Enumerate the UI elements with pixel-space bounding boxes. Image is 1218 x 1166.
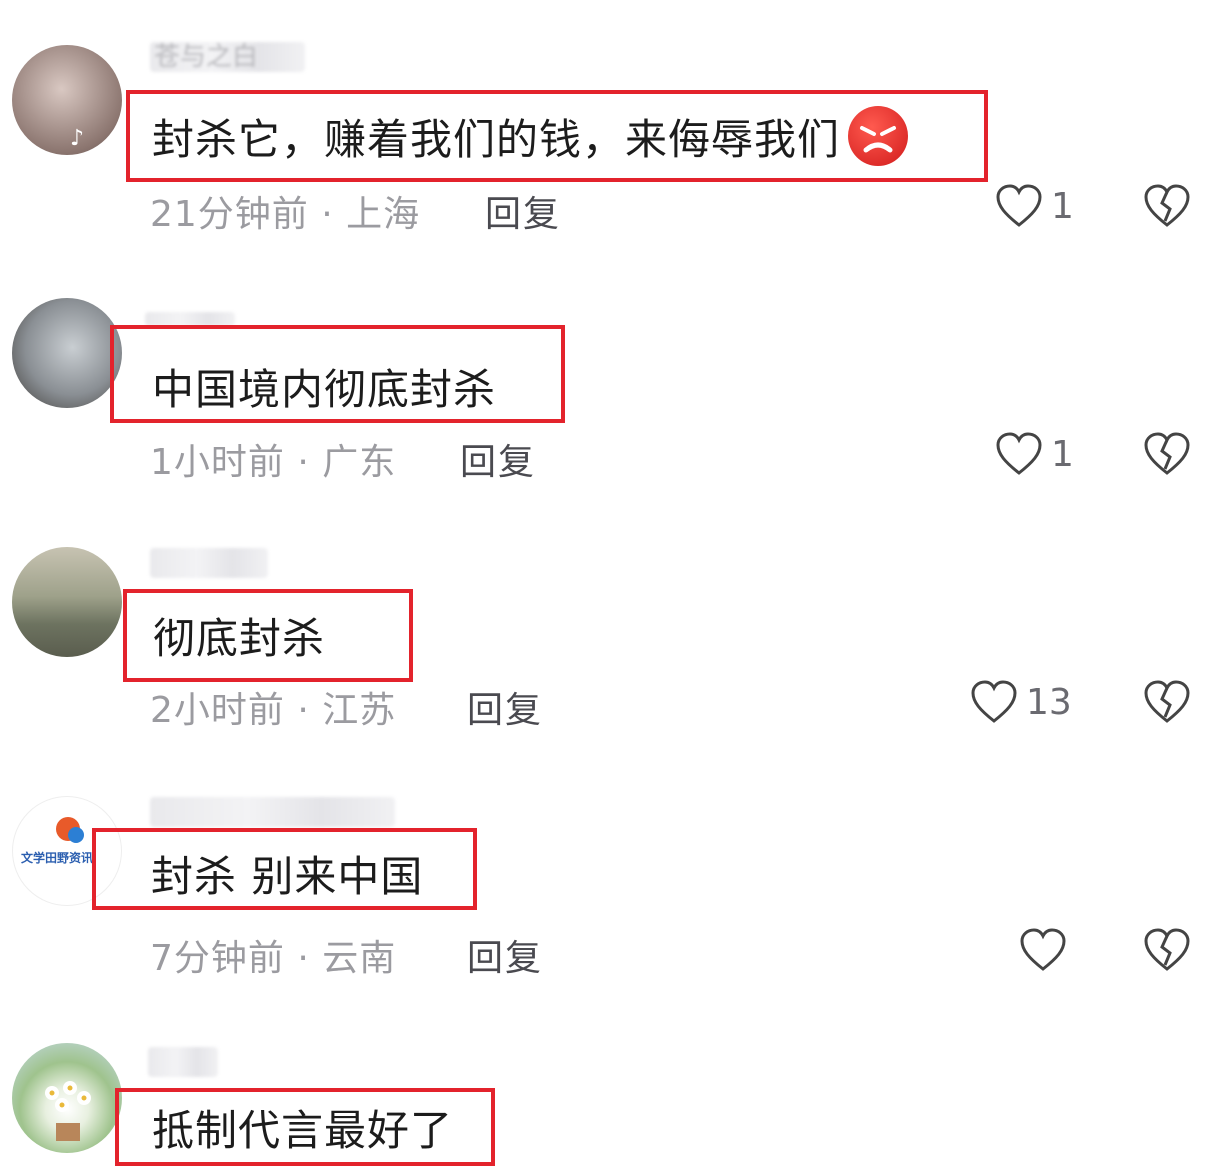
username[interactable]: [145, 312, 235, 326]
like-count: 1: [1051, 185, 1074, 227]
dislike-button[interactable]: [1143, 183, 1191, 233]
avatar[interactable]: ♪: [12, 45, 122, 155]
comment-meta: 7分钟前 · 云南: [150, 938, 397, 979]
dislike-button[interactable]: [1143, 679, 1191, 729]
highlight-box: 中国境内彻底封杀: [110, 325, 565, 423]
comment-text: 中国境内彻底封杀: [152, 364, 497, 414]
username[interactable]: [148, 1047, 218, 1077]
heart-icon: [996, 184, 1042, 227]
highlight-box: 封杀它，赚着我们的钱，来侮辱我们: [126, 90, 988, 182]
comment-text: 彻底封杀: [153, 614, 326, 663]
svg-text:♪: ♪: [70, 126, 84, 151]
tiktok-logo-icon: ♪: [70, 126, 84, 151]
reply-button[interactable]: 回复: [467, 929, 543, 981]
dislike-button[interactable]: [1143, 927, 1191, 977]
like-button[interactable]: 13: [970, 679, 1072, 725]
like-count: 13: [1026, 681, 1072, 723]
avatar-logo-text: 文学田野资讯: [21, 851, 94, 865]
like-button[interactable]: 1: [995, 183, 1074, 229]
avatar[interactable]: [12, 1043, 122, 1153]
comment-text: 封杀它，赚着我们的钱，来侮辱我们: [152, 114, 841, 164]
username[interactable]: [150, 797, 395, 827]
highlight-box: 封杀 别来中国: [92, 828, 477, 910]
reply-button[interactable]: 回复: [467, 681, 543, 733]
reply-button[interactable]: 回复: [485, 185, 561, 237]
dislike-button[interactable]: [1143, 431, 1191, 481]
like-button[interactable]: 1: [995, 431, 1074, 477]
reply-button[interactable]: 回复: [460, 433, 536, 485]
broken-heart-icon: [1144, 928, 1190, 971]
username[interactable]: 苍与之白: [150, 42, 305, 72]
flower-image: [45, 1081, 91, 1141]
heart-icon: [971, 680, 1017, 723]
highlight-box: 彻底封杀: [123, 589, 413, 682]
like-count: 1: [1051, 433, 1074, 475]
heart-icon: [996, 432, 1042, 475]
broken-heart-icon: [1144, 680, 1190, 723]
like-button[interactable]: [1019, 927, 1075, 973]
comment-meta: 1小时前 · 广东: [150, 442, 397, 483]
comment-text: 抵制代言最好了: [152, 1105, 454, 1155]
broken-heart-icon: [1144, 432, 1190, 475]
highlight-box: 抵制代言最好了: [115, 1088, 495, 1166]
heart-icon: [1020, 928, 1066, 971]
avatar[interactable]: [12, 547, 122, 657]
avatar[interactable]: [12, 298, 122, 408]
angry-face-icon: [848, 106, 909, 166]
broken-heart-icon: [1144, 184, 1190, 227]
comment-text: 封杀 别来中国: [151, 851, 424, 901]
comment-meta: 2小时前 · 江苏: [150, 690, 397, 731]
username[interactable]: [150, 548, 268, 578]
comment-meta: 21分钟前 · 上海: [150, 194, 421, 235]
